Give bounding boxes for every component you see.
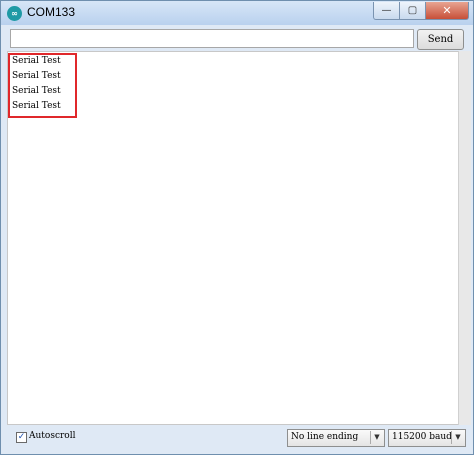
chevron-down-icon: ▼ [451, 431, 464, 444]
baud-rate-select[interactable]: 115200 baud ▼ [388, 429, 466, 447]
minimize-button[interactable]: — [373, 2, 400, 20]
serial-input[interactable] [10, 29, 414, 48]
output-line: Serial Test [12, 101, 61, 111]
arduino-icon: ∞ [7, 6, 22, 21]
line-ending-value: No line ending [291, 432, 359, 442]
footer-bar: ✓ Autoscroll No line ending ▼ 115200 bau… [7, 428, 469, 448]
serial-output[interactable]: Serial Test Serial Test Serial Test Seri… [7, 51, 464, 425]
maximize-button[interactable]: ▢ [400, 2, 426, 20]
output-line: Serial Test [12, 71, 61, 81]
serial-monitor-window: ∞ COM133 — ▢ ✕ Send Serial Test Serial T… [0, 0, 474, 455]
autoscroll-label: Autoscroll [29, 431, 76, 441]
close-button[interactable]: ✕ [426, 2, 469, 20]
line-ending-select[interactable]: No line ending ▼ [287, 429, 385, 447]
chevron-down-icon: ▼ [370, 431, 383, 444]
autoscroll-checkbox[interactable]: ✓ [16, 432, 27, 443]
window-controls: — ▢ ✕ [373, 2, 469, 20]
title-bar[interactable]: ∞ COM133 — ▢ ✕ [1, 1, 473, 25]
output-line: Serial Test [12, 86, 61, 96]
baud-rate-value: 115200 baud [392, 432, 452, 442]
window-title: COM133 [27, 5, 76, 19]
send-button[interactable]: Send [417, 29, 464, 50]
output-line: Serial Test [12, 56, 61, 66]
vertical-scrollbar[interactable] [458, 51, 471, 425]
